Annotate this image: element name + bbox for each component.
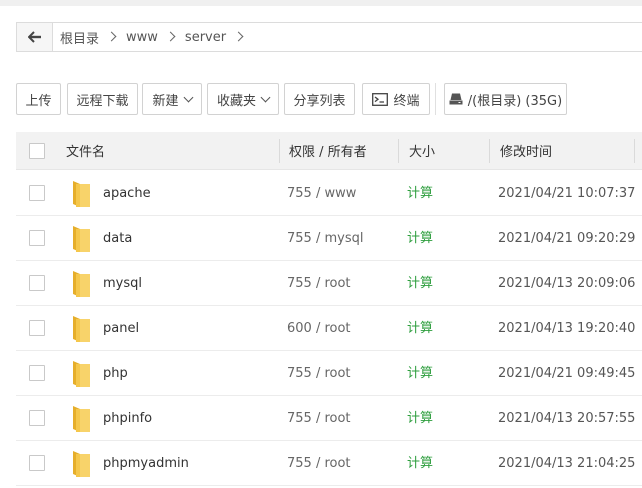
column-header-permission[interactable]: 权限 / 所有者 — [289, 132, 367, 170]
path-bar: 根目录 www server — [16, 22, 642, 52]
folder-icon[interactable] — [70, 180, 92, 208]
file-name-link[interactable]: panel — [103, 306, 139, 351]
favorites-dropdown-button[interactable]: 收藏夹 — [207, 83, 279, 115]
chevron-right-icon — [106, 23, 120, 51]
folder-icon[interactable] — [70, 405, 92, 433]
calculate-size-link[interactable]: 计算 — [407, 351, 433, 396]
back-button[interactable] — [17, 23, 53, 51]
modified-time: 2021/04/13 20:57:55 — [498, 411, 636, 426]
terminal-icon — [372, 92, 389, 106]
permission-owner[interactable]: 755 / mysql — [287, 216, 363, 261]
permission-owner[interactable]: 755 / root — [287, 441, 351, 486]
modified-time: 2021/04/13 21:04:25 — [498, 456, 636, 471]
new-dropdown-button[interactable]: 新建 — [142, 83, 202, 115]
chevron-down-icon — [260, 92, 271, 102]
toolbar-divider — [435, 83, 436, 115]
share-list-button[interactable]: 分享列表 — [284, 83, 355, 115]
favorites-label: 收藏夹 — [216, 93, 256, 109]
permission-owner[interactable]: 755 / root — [287, 351, 351, 396]
permission-owner[interactable]: 600 / root — [287, 306, 351, 351]
breadcrumb-item-server[interactable]: server — [185, 30, 226, 45]
file-name-link[interactable]: phpmyadmin — [103, 441, 189, 486]
column-header-modified[interactable]: 修改时间 — [500, 132, 552, 170]
column-header-size[interactable]: 大小 — [409, 132, 435, 170]
new-label: 新建 — [152, 93, 179, 109]
upload-button[interactable]: 上传 — [16, 83, 61, 115]
row-checkbox[interactable] — [29, 275, 45, 291]
top-band — [0, 0, 642, 6]
permission-owner[interactable]: 755 / root — [287, 396, 351, 441]
file-name-link[interactable]: mysql — [103, 261, 142, 306]
modified-time: 2021/04/13 19:20:40 — [498, 321, 636, 336]
calculate-size-link[interactable]: 计算 — [407, 261, 433, 306]
folder-icon[interactable] — [70, 450, 92, 478]
column-divider[interactable] — [489, 139, 490, 163]
calculate-size-link[interactable]: 计算 — [407, 306, 433, 351]
table-row[interactable]: panel 600 / root 计算 2021/04/13 19:20:40 — [16, 306, 642, 351]
terminal-button[interactable]: 终端 — [362, 83, 430, 115]
file-name-link[interactable]: phpinfo — [103, 396, 152, 441]
modified-time: 2021/04/21 09:49:45 — [498, 366, 636, 381]
table-row[interactable]: apache 755 / www 计算 2021/04/21 10:07:37 — [16, 171, 642, 216]
row-checkbox[interactable] — [29, 365, 45, 381]
row-checkbox[interactable] — [29, 230, 45, 246]
column-header-name[interactable]: 文件名 — [66, 132, 105, 170]
row-checkbox[interactable] — [29, 455, 45, 471]
chevron-down-icon — [183, 92, 193, 102]
file-table-header: 文件名 权限 / 所有者 大小 修改时间 — [16, 132, 642, 170]
share-list-label: 分享列表 — [293, 93, 346, 109]
column-divider[interactable] — [398, 139, 399, 163]
chevron-right-icon — [165, 23, 179, 51]
remote-download-label: 远程下载 — [76, 93, 129, 109]
terminal-label: 终端 — [393, 93, 420, 109]
folder-icon[interactable] — [70, 360, 92, 388]
row-checkbox[interactable] — [29, 185, 45, 201]
modified-time: 2021/04/13 20:09:06 — [498, 276, 636, 291]
table-row[interactable]: mysql 755 / root 计算 2021/04/13 20:09:06 — [16, 261, 642, 306]
row-checkbox[interactable] — [29, 410, 45, 426]
table-row[interactable]: phpmyadmin 755 / root 计算 2021/04/13 21:0… — [16, 441, 642, 486]
file-name-link[interactable]: data — [103, 216, 132, 261]
permission-owner[interactable]: 755 / root — [287, 261, 351, 306]
modified-time: 2021/04/21 09:20:29 — [498, 231, 636, 246]
breadcrumb: 根目录 www server — [60, 23, 253, 51]
calculate-size-link[interactable]: 计算 — [407, 216, 433, 261]
disk-button[interactable]: /(根目录) (35G) — [444, 83, 567, 115]
table-row[interactable]: phpinfo 755 / root 计算 2021/04/13 20:57:5… — [16, 396, 642, 441]
disk-label: /(根目录) (35G) — [467, 93, 563, 109]
calculate-size-link[interactable]: 计算 — [407, 396, 433, 441]
chevron-right-icon[interactable] — [233, 23, 247, 51]
remote-download-button[interactable]: 远程下载 — [67, 83, 138, 115]
table-row[interactable]: data 755 / mysql 计算 2021/04/21 09:20:29 — [16, 216, 642, 261]
row-checkbox[interactable] — [29, 320, 45, 336]
calculate-size-link[interactable]: 计算 — [407, 171, 433, 216]
column-divider[interactable] — [279, 139, 280, 163]
back-arrow-icon — [27, 31, 41, 43]
file-name-link[interactable]: apache — [103, 171, 151, 216]
breadcrumb-item-www[interactable]: www — [126, 30, 158, 45]
select-all-checkbox[interactable] — [29, 143, 45, 159]
calculate-size-link[interactable]: 计算 — [407, 441, 433, 486]
disk-icon — [449, 93, 463, 105]
file-name-link[interactable]: php — [103, 351, 128, 396]
table-row[interactable]: php 755 / root 计算 2021/04/21 09:49:45 — [16, 351, 642, 396]
folder-icon[interactable] — [70, 315, 92, 343]
column-divider[interactable] — [634, 139, 635, 163]
folder-icon[interactable] — [70, 225, 92, 253]
breadcrumb-item-root[interactable]: 根目录 — [60, 28, 99, 47]
modified-time: 2021/04/21 10:07:37 — [498, 186, 636, 201]
folder-icon[interactable] — [70, 270, 92, 298]
permission-owner[interactable]: 755 / www — [287, 171, 356, 216]
upload-label: 上传 — [25, 93, 52, 109]
